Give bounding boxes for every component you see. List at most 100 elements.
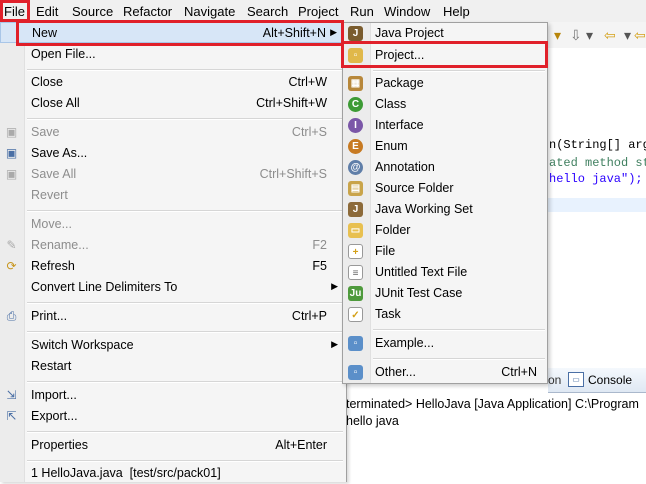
menu-window[interactable]: Window [384,4,430,19]
menu-file[interactable]: File [4,4,25,19]
menu-item-label: Close [31,75,63,89]
menu-item-close-all[interactable]: Close All Ctrl+Shift+W [0,93,346,114]
menu-item-convert-line-delimiters[interactable]: Convert Line Delimiters To ▶ [0,277,346,298]
menu-item-shortcut: Alt+Enter [275,438,327,452]
menu-item-label: Convert Line Delimiters To [31,280,178,294]
menu-item-shortcut: F5 [312,259,327,273]
export-icon: ⇱ [6,409,17,423]
menu-item-refresh[interactable]: ⟳ Refresh F5 [0,256,346,277]
menu-item-save[interactable]: ▣ Save Ctrl+S [0,122,346,143]
dropdown-arrow-icon[interactable]: ▾ [624,28,631,42]
submenu-arrow-icon: ▶ [331,339,338,349]
menu-separator [27,431,343,433]
menu-item-label: Export... [31,409,78,423]
interface-icon: I [348,118,363,133]
menu-separator [27,118,343,120]
menu-item-label: Revert [31,188,68,202]
menu-item-import[interactable]: ⇲ Import... [0,385,346,406]
menu-item-label: Move... [31,217,72,231]
tab-partial-label[interactable]: on [548,373,561,387]
submenu-item-source-folder[interactable]: ▤ Source Folder [343,178,547,199]
menu-item-shortcut: Ctrl+P [291,309,327,323]
tab-console[interactable]: Console [588,373,632,387]
menu-separator [373,329,545,331]
submenu-item-class[interactable]: C Class [343,94,547,115]
console-status: terminated> HelloJava [Java Application]… [346,397,639,411]
menu-item-label: Print... [31,309,68,323]
menu-item-label: Java Project [375,26,444,40]
back-arrow-icon[interactable]: ⇦ [604,28,616,42]
menu-item-shortcut: Ctrl+Shift+S [259,167,327,181]
menu-item-label: Java Working Set [375,202,473,216]
java-project-icon: J [348,26,363,41]
submenu-item-task[interactable]: ✓ Task [343,304,547,325]
submenu-item-interface[interactable]: I Interface [343,115,547,136]
submenu-item-enum[interactable]: E Enum [343,136,547,157]
menu-item-label: JUnit Test Case [375,286,463,300]
menu-item-shortcut: Ctrl+Shift+W [256,96,327,110]
menu-item-rename[interactable]: ✎ Rename... F2 [0,235,346,256]
menu-item-new[interactable]: New Alt+Shift+N ▶ [0,22,346,43]
menu-item-open-file[interactable]: Open File... [0,44,346,65]
submenu-item-other[interactable]: ▫ Other... Ctrl+N [343,362,547,383]
menu-item-export[interactable]: ⇱ Export... [0,406,346,427]
save-as-icon: ▣ [5,146,18,160]
task-icon: ✓ [348,307,363,322]
menu-item-properties[interactable]: Properties Alt+Enter [0,435,346,456]
submenu-item-untitled-text-file[interactable]: ≡ Untitled Text File [343,262,547,283]
submenu-item-file[interactable]: + File [343,241,547,262]
menu-search[interactable]: Search [247,4,288,19]
submenu-item-example[interactable]: ▫ Example... [343,333,547,354]
code-string: hello java"); [549,172,643,186]
submenu-item-package[interactable]: ▦ Package [343,73,547,94]
menu-item-label: 1 HelloJava.java [test/src/pack01] [31,466,221,480]
submenu-arrow-icon: ▶ [331,281,338,291]
menu-item-label: Import... [31,388,77,402]
submenu-item-java-working-set[interactable]: J Java Working Set [343,199,547,220]
submenu-item-junit-test-case[interactable]: Ju JUnit Test Case [343,283,547,304]
dropdown-arrow-icon[interactable]: ▾ [554,28,561,42]
menu-run[interactable]: Run [350,4,374,19]
example-icon: ▫ [348,336,363,351]
menu-item-save-as[interactable]: ▣ Save As... [0,143,346,164]
menu-edit[interactable]: Edit [36,4,58,19]
menu-item-label: Other... [375,365,416,379]
project-icon: ▫ [348,48,363,63]
submenu-item-annotation[interactable]: @ Annotation [343,157,547,178]
menu-help[interactable]: Help [443,4,470,19]
menu-item-revert[interactable]: Revert [0,185,346,206]
menu-project[interactable]: Project [298,4,338,19]
file-icon: + [348,244,363,259]
menu-item-label: Close All [31,96,80,110]
menu-item-close[interactable]: Close Ctrl+W [0,72,346,93]
menu-item-move[interactable]: Move... [0,214,346,235]
menu-refactor[interactable]: Refactor [123,4,172,19]
file-menu: New Alt+Shift+N ▶ Open File... Close Ctr… [0,22,347,482]
menu-item-label: Open File... [31,47,96,61]
next-annotation-icon[interactable]: ⇩ [570,28,582,42]
menu-navigate[interactable]: Navigate [184,4,235,19]
submenu-arrow-icon: ▶ [330,27,337,37]
menu-item-label: Interface [375,118,424,132]
menu-source[interactable]: Source [72,4,113,19]
console-output: hello java [346,414,399,428]
menu-item-recent-file[interactable]: 1 HelloJava.java [test/src/pack01] [0,463,346,484]
menu-item-shortcut: Ctrl+S [291,125,327,139]
code-comment: ated method stu [549,156,646,170]
menu-item-label: Switch Workspace [31,338,134,352]
submenu-item-folder[interactable]: ▭ Folder [343,220,547,241]
menu-item-restart[interactable]: Restart [0,356,346,377]
printer-icon: ⎙ [6,309,17,323]
menu-item-shortcut: Ctrl+W [288,75,327,89]
menu-item-print[interactable]: ⎙ Print... Ctrl+P [0,306,346,327]
menu-item-label: Refresh [31,259,75,273]
menu-item-label: Task [375,307,401,321]
menu-item-save-all[interactable]: ▣ Save All Ctrl+Shift+S [0,164,346,185]
menu-item-label: Project... [375,48,425,62]
forward-arrow-icon[interactable]: ⇦ [634,28,646,42]
menu-item-switch-workspace[interactable]: Switch Workspace ▶ [0,335,346,356]
dropdown-arrow-icon[interactable]: ▾ [586,28,593,42]
submenu-item-project[interactable]: ▫ Project... [343,45,547,66]
menu-separator [27,69,343,71]
submenu-item-java-project[interactable]: J Java Project [343,23,547,44]
